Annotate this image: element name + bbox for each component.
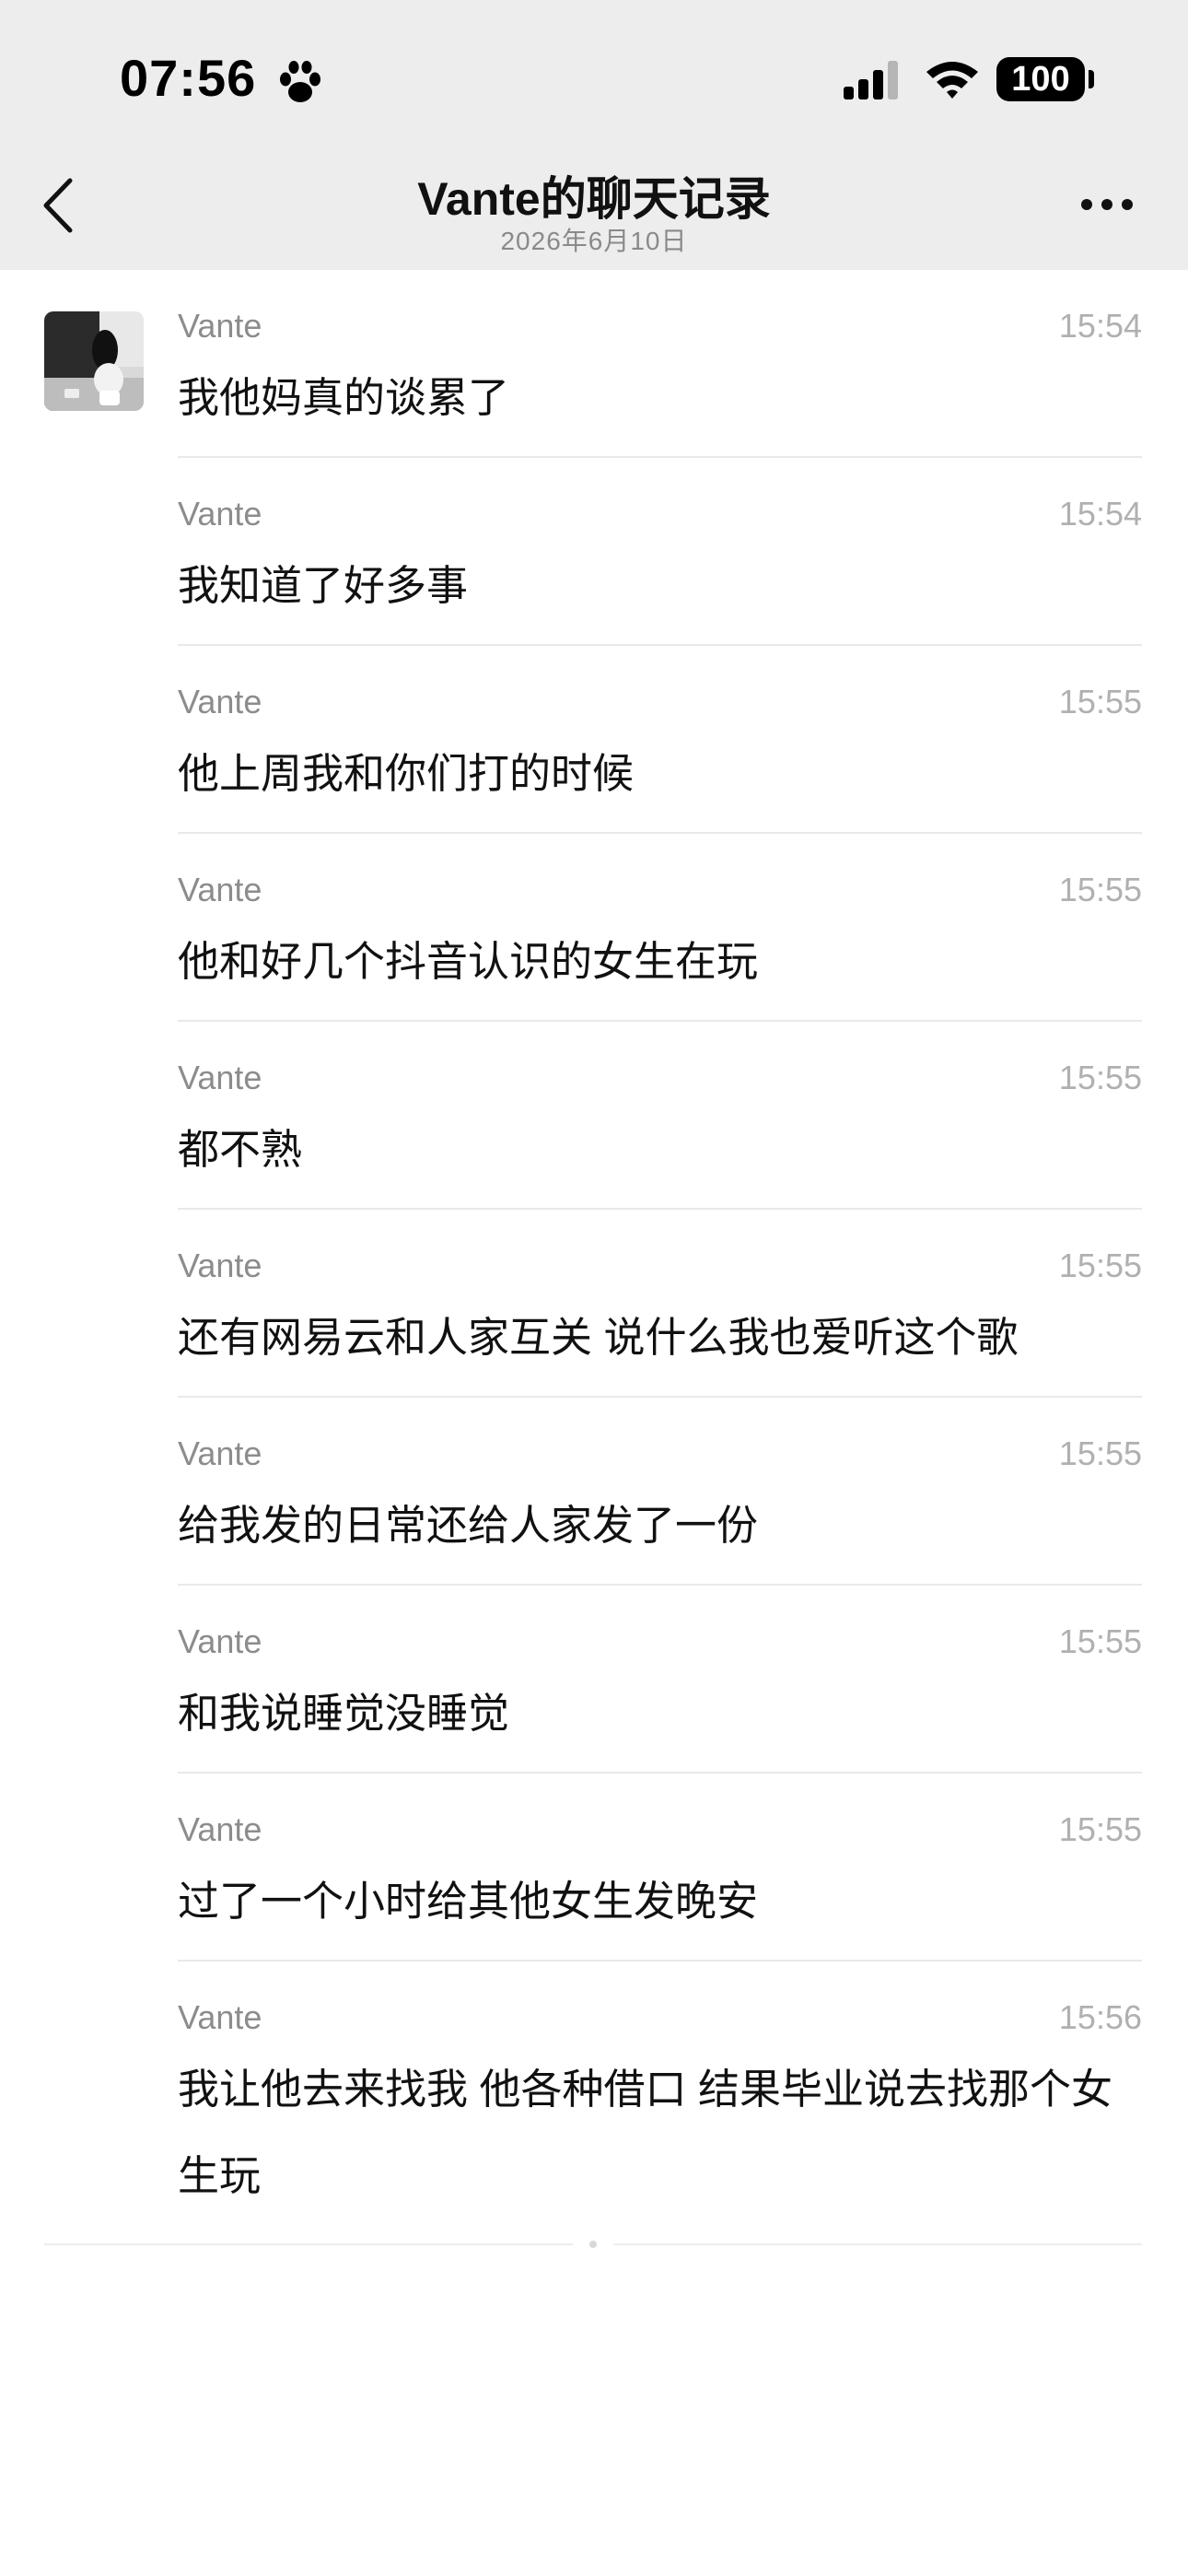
message-text: 给我发的日常还给人家发了一份	[178, 1502, 759, 1549]
message-divider	[178, 832, 1142, 834]
message-time: 15:54	[1058, 307, 1142, 345]
end-divider	[613, 2243, 1142, 2245]
message-text: 他上周我和你们打的时候	[178, 750, 635, 797]
chat-date: 2026年6月10日	[500, 227, 688, 255]
sender-name: Vante	[178, 307, 262, 345]
cellular-signal-icon	[844, 61, 898, 100]
sender-name: Vante	[178, 1810, 262, 1848]
message-time: 15:55	[1058, 871, 1142, 908]
avatar[interactable]	[44, 311, 144, 411]
wifi-icon	[926, 62, 978, 99]
message-time: 15:55	[1058, 1810, 1142, 1848]
end-dot	[589, 2241, 597, 2248]
navigation-header: 07:56 100 Vante的聊天记录 2026年6月10日	[0, 0, 1188, 270]
message-text: 都不熟	[178, 1126, 303, 1173]
sender-name: Vante	[178, 1622, 262, 1660]
message-divider	[178, 1396, 1142, 1398]
dot-icon	[1081, 199, 1092, 210]
message-text: 我知道了好多事	[178, 562, 469, 609]
message-text: 和我说睡觉没睡觉	[178, 1690, 510, 1737]
more-options-button[interactable]	[1077, 192, 1136, 219]
message-text: 过了一个小时给其他女生发晚安	[178, 1878, 759, 1925]
message-divider	[178, 644, 1142, 646]
sender-name: Vante	[178, 495, 262, 533]
end-divider	[44, 2243, 573, 2245]
battery-icon: 100	[996, 57, 1085, 101]
message-divider	[178, 456, 1142, 458]
message-time: 15:55	[1058, 1059, 1142, 1096]
sender-name: Vante	[178, 683, 262, 720]
message-divider	[178, 1960, 1142, 1961]
message-divider	[178, 1208, 1142, 1210]
message-time: 15:55	[1058, 1247, 1142, 1284]
message-divider	[178, 1584, 1142, 1586]
message-divider	[178, 1020, 1142, 1022]
sender-name: Vante	[178, 1059, 262, 1096]
dot-icon	[1101, 199, 1112, 210]
message-time: 15:54	[1058, 495, 1142, 533]
battery-tip	[1089, 70, 1094, 88]
message-text: 我他妈真的谈累了	[178, 374, 510, 421]
message-text: 还有网易云和人家互关 说什么我也爱听这个歌	[178, 1314, 1019, 1361]
dot-icon	[1122, 199, 1133, 210]
message-text: 我让他去来找我 他各种借口 结果毕业说去找那个女生玩	[178, 2066, 1113, 2199]
message-divider	[178, 1772, 1142, 1774]
paw-icon	[280, 61, 320, 102]
sender-name: Vante	[178, 871, 262, 908]
sender-name: Vante	[178, 1434, 262, 1472]
message-time: 15:55	[1058, 1622, 1142, 1660]
message-time: 15:56	[1058, 1998, 1142, 2036]
message-time: 15:55	[1058, 683, 1142, 720]
sender-name: Vante	[178, 1998, 262, 2036]
status-time: 07:56	[120, 49, 257, 107]
page-title: Vante的聊天记录	[417, 173, 771, 225]
message-time: 15:55	[1058, 1434, 1142, 1472]
message-text: 他和好几个抖音认识的女生在玩	[178, 938, 759, 985]
sender-name: Vante	[178, 1247, 262, 1284]
